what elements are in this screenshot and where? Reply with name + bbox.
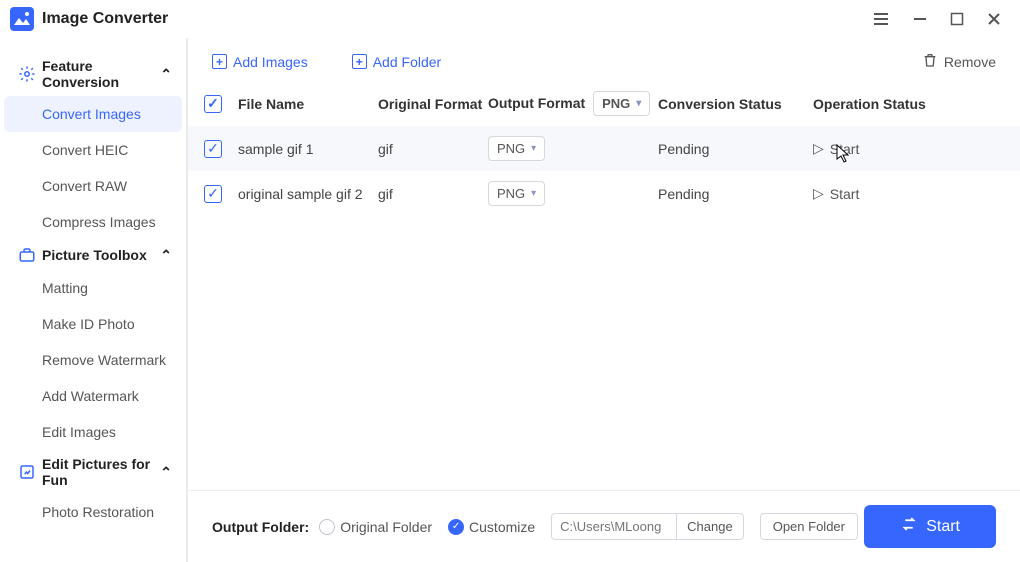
add-folder-button[interactable]: + Add Folder — [352, 54, 441, 70]
cell-filename: sample gif 1 — [238, 141, 378, 157]
cell-status: Pending — [658, 141, 813, 157]
sidebar-item-add-watermark[interactable]: Add Watermark — [0, 378, 186, 414]
row-checkbox[interactable]: ✓ — [204, 140, 222, 158]
menu-icon[interactable] — [872, 10, 890, 28]
original-folder-radio[interactable]: Original Folder — [319, 519, 432, 535]
sidebar-section-edit-pictures-fun[interactable]: Edit Pictures for Fun ⌃ — [0, 450, 186, 494]
row-start-button[interactable]: ▷Start — [813, 185, 963, 202]
trash-icon — [922, 52, 938, 71]
col-original-format: Original Format — [378, 96, 488, 112]
add-folder-label: Add Folder — [373, 54, 441, 70]
col-file-name: File Name — [238, 96, 378, 112]
chevron-up-icon: ⌃ — [160, 464, 172, 481]
radio-icon — [319, 519, 335, 535]
swap-icon — [900, 515, 918, 538]
sidebar-item-make-id-photo[interactable]: Make ID Photo — [0, 306, 186, 342]
sidebar-section-picture-toolbox[interactable]: Picture Toolbox ⌃ — [0, 240, 186, 270]
col-output-format: Output Format PNG▾ — [488, 91, 658, 116]
cell-filename: original sample gif 2 — [238, 186, 378, 202]
minimize-icon[interactable] — [912, 11, 928, 27]
table-header: ✓ File Name Original Format Output Forma… — [188, 81, 1020, 126]
cell-original: gif — [378, 141, 488, 157]
sidebar-item-convert-images[interactable]: Convert Images — [4, 96, 182, 132]
sidebar-item-convert-raw[interactable]: Convert RAW — [0, 168, 186, 204]
file-table: ✓ File Name Original Format Output Forma… — [188, 81, 1020, 216]
chevron-up-icon: ⌃ — [160, 247, 172, 264]
sidebar-item-photo-restoration[interactable]: Photo Restoration — [0, 494, 186, 530]
plus-icon: + — [212, 54, 227, 69]
add-images-button[interactable]: + Add Images — [212, 54, 308, 70]
remove-button[interactable]: Remove — [922, 52, 996, 71]
select-all-checkbox[interactable]: ✓ — [204, 95, 222, 113]
output-folder-label: Output Folder: — [212, 519, 309, 535]
gear-icon — [18, 65, 36, 83]
plus-icon: + — [352, 54, 367, 69]
change-path-button[interactable]: Change — [677, 513, 744, 540]
row-start-button[interactable]: ▷Start — [813, 140, 963, 157]
sidebar-item-compress-images[interactable]: Compress Images — [0, 204, 186, 240]
table-row: ✓ original sample gif 2 gif PNG▾ Pending… — [188, 171, 1020, 216]
chevron-down-icon: ▾ — [636, 98, 641, 109]
cell-original: gif — [378, 186, 488, 202]
maximize-icon[interactable] — [950, 12, 964, 26]
row-output-select[interactable]: PNG▾ — [488, 181, 545, 206]
sidebar-item-matting[interactable]: Matting — [0, 270, 186, 306]
output-path-input[interactable] — [551, 513, 677, 540]
sparkle-icon — [18, 463, 36, 481]
toolbox-icon — [18, 246, 36, 264]
app-title: Image Converter — [42, 10, 872, 28]
customize-folder-radio[interactable]: Customize — [448, 519, 535, 535]
sidebar-section-label: Edit Pictures for Fun — [42, 456, 160, 488]
add-images-label: Add Images — [233, 54, 308, 70]
chevron-down-icon: ▾ — [531, 143, 536, 154]
sidebar-item-convert-heic[interactable]: Convert HEIC — [0, 132, 186, 168]
sidebar: Feature Conversion ⌃ Convert Images Conv… — [0, 38, 188, 562]
titlebar: Image Converter — [0, 0, 1020, 38]
close-icon[interactable] — [986, 11, 1002, 27]
col-operation-status: Operation Status — [813, 96, 963, 112]
sidebar-item-remove-watermark[interactable]: Remove Watermark — [0, 342, 186, 378]
col-conversion-status: Conversion Status — [658, 96, 813, 112]
col-output-format-label: Output Format — [488, 95, 585, 111]
footer: Output Folder: Original Folder Customize… — [188, 490, 1020, 562]
app-logo-icon — [10, 7, 34, 31]
sidebar-section-label: Feature Conversion — [42, 58, 160, 90]
toolbar: + Add Images + Add Folder Remove — [188, 38, 1020, 81]
output-format-header-select[interactable]: PNG▾ — [593, 91, 650, 116]
sidebar-section-feature-conversion[interactable]: Feature Conversion ⌃ — [0, 52, 186, 96]
chevron-down-icon: ▾ — [531, 188, 536, 199]
sidebar-item-edit-images[interactable]: Edit Images — [0, 414, 186, 450]
row-checkbox[interactable]: ✓ — [204, 185, 222, 203]
window-controls — [872, 10, 1002, 28]
start-conversion-button[interactable]: Start — [864, 505, 996, 548]
cell-status: Pending — [658, 186, 813, 202]
play-icon: ▷ — [813, 185, 824, 202]
play-icon: ▷ — [813, 140, 824, 157]
main-panel: + Add Images + Add Folder Remove ✓ File … — [188, 38, 1020, 562]
sidebar-section-label: Picture Toolbox — [42, 247, 147, 263]
chevron-up-icon: ⌃ — [160, 66, 172, 83]
remove-label: Remove — [944, 54, 996, 70]
radio-checked-icon — [448, 519, 464, 535]
row-output-select[interactable]: PNG▾ — [488, 136, 545, 161]
open-folder-button[interactable]: Open Folder — [760, 513, 858, 540]
table-row: ✓ sample gif 1 gif PNG▾ Pending ▷Start — [188, 126, 1020, 171]
